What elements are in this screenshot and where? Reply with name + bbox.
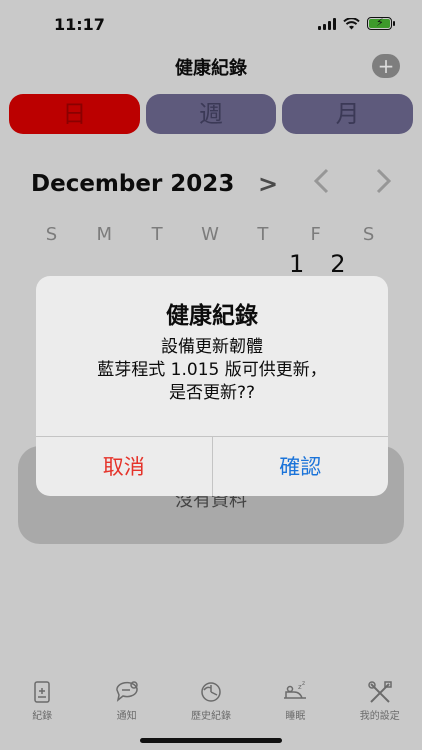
alert-message: 設備更新韌體 藍芽程式 1.015 版可供更新， 是否更新?? bbox=[97, 337, 327, 403]
tab-record[interactable]: 紀錄 bbox=[0, 680, 84, 724]
tab-history[interactable]: 歷史紀錄 bbox=[169, 680, 253, 724]
record-icon bbox=[34, 681, 50, 703]
cellular-signal-icon bbox=[318, 17, 336, 30]
chevron-right-icon bbox=[376, 168, 392, 194]
month-label[interactable]: December 2023 bbox=[31, 171, 234, 197]
tab-notification[interactable]: 通知 bbox=[85, 680, 169, 724]
history-icon bbox=[201, 682, 221, 702]
wifi-icon bbox=[343, 17, 360, 29]
weekday-label: M bbox=[96, 224, 113, 245]
tab-label: 我的設定 bbox=[359, 711, 400, 722]
tab-label: 紀錄 bbox=[32, 711, 53, 722]
chevron-right-icon[interactable]: > bbox=[258, 170, 278, 198]
segment-day[interactable]: 日 bbox=[9, 94, 140, 134]
firmware-update-alert: 健康紀錄 設備更新韌體 藍芽程式 1.015 版可供更新， 是否更新?? 取消 … bbox=[36, 276, 388, 496]
weekday-label: T bbox=[151, 224, 163, 245]
weekday-label: S bbox=[45, 224, 58, 245]
status-time: 11:17 bbox=[54, 15, 105, 34]
weekday-label: S bbox=[362, 224, 375, 245]
status-icons: ⚡ bbox=[318, 16, 395, 30]
settings-icon bbox=[368, 681, 392, 703]
tab-sleep[interactable]: zz 睡眠 bbox=[253, 680, 337, 724]
notification-icon bbox=[115, 681, 138, 702]
weekday-header: S M T W T F S bbox=[25, 224, 395, 245]
calendar-day[interactable]: 2 bbox=[330, 250, 345, 278]
tab-bar: 紀錄 通知 歷史紀錄 zz 睡眠 我的設定 bbox=[0, 680, 422, 724]
next-month-button[interactable] bbox=[375, 168, 393, 201]
svg-text:z: z bbox=[302, 680, 305, 687]
segment-week[interactable]: 週 bbox=[145, 94, 277, 134]
confirm-button[interactable]: 確認 bbox=[213, 437, 389, 496]
tab-settings[interactable]: 我的設定 bbox=[338, 680, 422, 724]
period-segmented-control: 日 週 月 bbox=[9, 94, 414, 134]
battery-icon: ⚡ bbox=[367, 16, 395, 30]
tab-label: 歷史紀錄 bbox=[190, 711, 231, 722]
weekday-label: F bbox=[310, 224, 321, 245]
page-title: 健康紀錄 bbox=[175, 58, 247, 79]
cancel-button[interactable]: 取消 bbox=[36, 437, 213, 496]
add-button[interactable]: + bbox=[372, 54, 400, 78]
alert-title: 健康紀錄 bbox=[166, 303, 258, 329]
status-bar: 11:17 ⚡ bbox=[0, 0, 422, 50]
tab-label: 睡眠 bbox=[285, 711, 306, 722]
alert-actions: 取消 確認 bbox=[36, 436, 388, 496]
segment-month[interactable]: 月 bbox=[282, 94, 414, 134]
calendar-days: 1 2 bbox=[289, 250, 346, 278]
plus-icon: + bbox=[377, 54, 395, 78]
tab-label: 通知 bbox=[116, 711, 137, 722]
weekday-label: W bbox=[201, 224, 219, 245]
calendar-day[interactable]: 1 bbox=[289, 250, 304, 278]
home-indicator bbox=[140, 738, 282, 743]
sleep-icon: zz bbox=[284, 680, 307, 699]
chevron-left-icon bbox=[313, 168, 329, 194]
weekday-label: T bbox=[257, 224, 269, 245]
previous-month-button[interactable] bbox=[312, 168, 330, 201]
